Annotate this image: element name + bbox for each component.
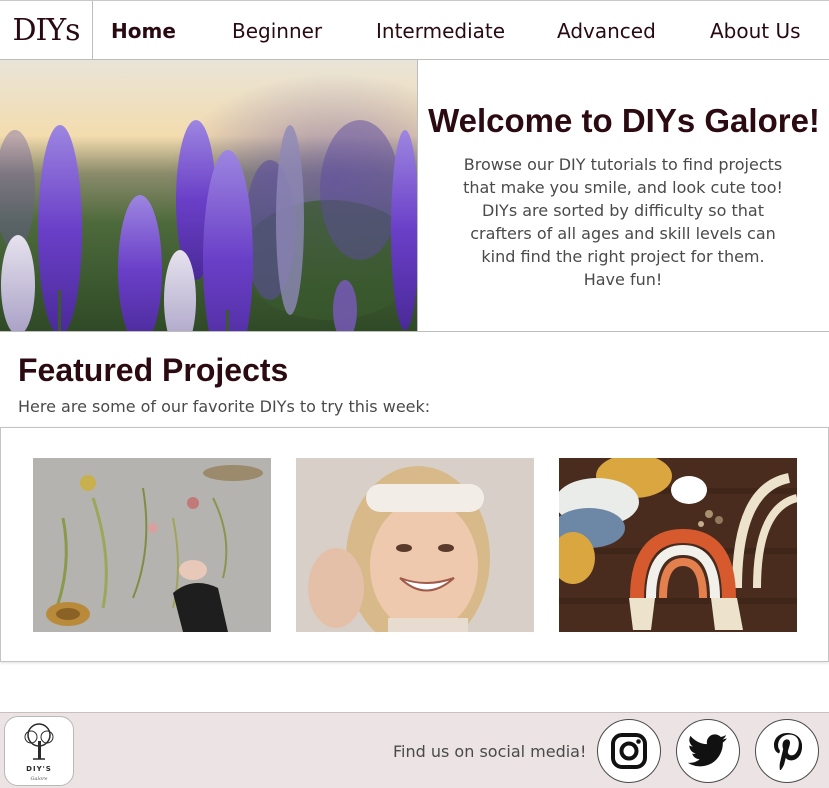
hero-title: Welcome to DIYs Galore! [428,102,820,139]
footer-logo[interactable]: DIY'S Galore [4,716,74,786]
nav-intermediate[interactable]: Intermediate [376,1,505,60]
featured-projects-panel [0,427,829,662]
tree-icon [24,723,54,760]
hero-description: Browse our DIY tutorials to find project… [463,155,783,289]
nav-home[interactable]: Home [111,1,176,60]
featured-card-pressed-flowers[interactable] [33,458,271,632]
pressed-flowers-photo [33,458,271,632]
featured-card-headband[interactable] [296,458,534,632]
featured-title: Featured Projects [18,352,289,388]
social-media-label: Find us on social media! [393,742,587,761]
featured-subtitle: Here are some of our favorite DIYs to tr… [18,397,431,416]
pinterest-icon [774,733,802,770]
pinterest-button[interactable] [755,719,819,783]
smiling-woman-headband-photo [296,458,534,632]
brand-logo-text[interactable]: DIYs [0,0,93,60]
instagram-button[interactable] [597,719,661,783]
hero-image [0,60,418,331]
hero-text-block: Welcome to DIYs Galore! Browse our DIY t… [419,60,829,331]
instagram-icon [611,733,647,769]
footer: DIY'S Galore Find us on social media! [0,712,829,788]
yarn-macrame-rainbow-photo [559,458,797,632]
logo-subtitle: Galore [30,776,48,782]
twitter-button[interactable] [676,719,740,783]
nav-advanced[interactable]: Advanced [557,1,656,60]
lupine-flowers-photo [0,60,417,331]
hero-section: Welcome to DIYs Galore! Browse our DIY t… [0,60,829,332]
top-nav: DIYs Home Beginner Intermediate Advanced… [0,0,829,60]
featured-card-yarn-rainbow[interactable] [559,458,797,632]
twitter-icon [688,734,728,767]
nav-beginner[interactable]: Beginner [232,1,322,60]
logo-name: DIY'S [26,765,52,773]
nav-about-us[interactable]: About Us [710,1,801,60]
